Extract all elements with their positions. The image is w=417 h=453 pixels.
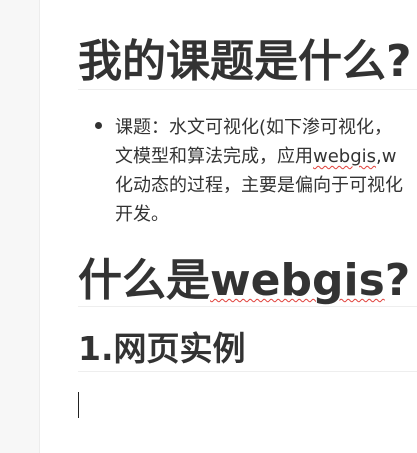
text-segment: 文模型和算法完成，应用 <box>115 146 313 167</box>
text-cursor[interactable] <box>78 392 79 418</box>
heading-text: 什么是 <box>78 255 210 306</box>
heading-what-is-webgis: 什么是webgis? <box>78 255 410 307</box>
list-bullet <box>95 122 102 129</box>
left-sidebar-gutter <box>0 0 40 453</box>
text-segment: ,w <box>376 146 397 167</box>
list-item-line-2: 文模型和算法完成，应用webgis,w <box>115 142 403 171</box>
heading-web-example: 1.网页实例 <box>78 329 246 368</box>
heading-divider <box>78 371 417 372</box>
heading-my-topic: 我的课题是什么? <box>78 36 412 87</box>
document-editor[interactable]: 我的课题是什么? 课题：水文可视化(如下渗可视化， 文模型和算法完成，应用web… <box>40 0 417 453</box>
list-item-line-4: 开发。 <box>115 204 169 225</box>
heading-text: ? <box>384 255 411 306</box>
list-item-line-3: 化动态的过程，主要是偏向于可视化 <box>115 175 403 196</box>
list-item-line-1: 课题：水文可视化(如下渗可视化， <box>115 117 393 138</box>
list-item: 课题：水文可视化(如下渗可视化， 文模型和算法完成，应用webgis,w 化动态… <box>115 113 403 229</box>
heading-divider <box>78 89 417 90</box>
heading-divider <box>78 306 417 307</box>
spellcheck-word: webgis <box>210 255 385 306</box>
spellcheck-word: webgis <box>313 146 377 167</box>
